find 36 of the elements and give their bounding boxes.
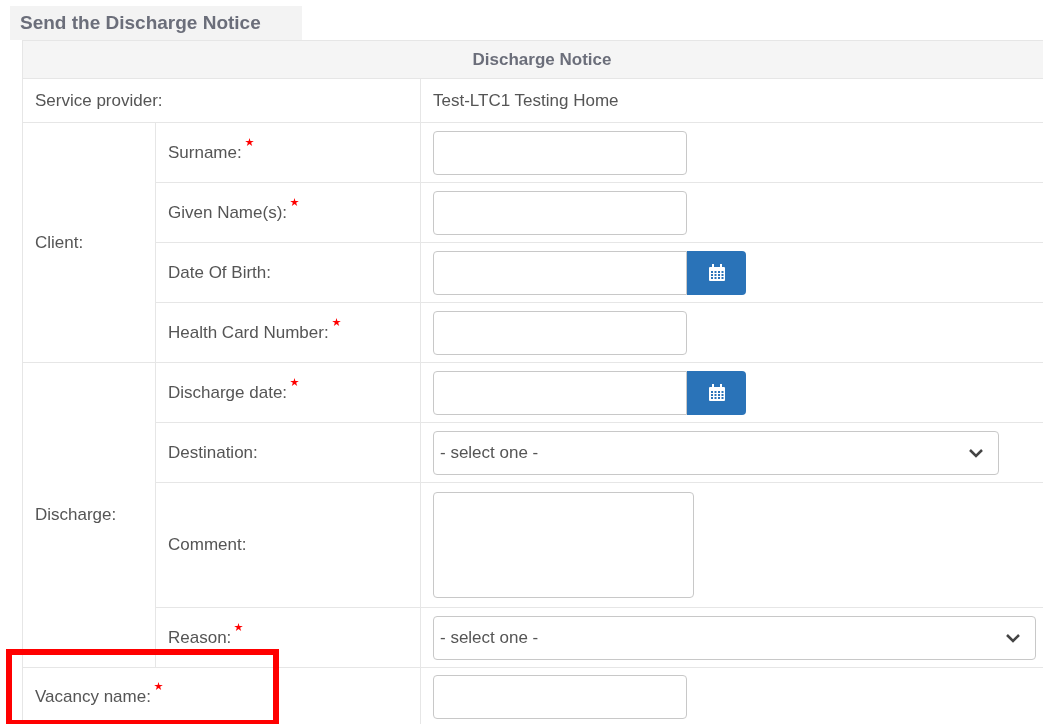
calendar-button[interactable] xyxy=(687,370,746,415)
chevron-down-icon xyxy=(1005,632,1021,643)
calendar-button[interactable] xyxy=(687,250,746,295)
text-input[interactable] xyxy=(433,130,687,175)
field-label: Given Name(s): xyxy=(168,202,300,222)
select-field[interactable]: - select one - xyxy=(433,430,999,475)
field-label: Destination: xyxy=(168,442,258,462)
text-input[interactable] xyxy=(433,310,687,355)
field-label: Vacancy name: xyxy=(35,686,163,706)
field-label: Comment: xyxy=(168,535,247,555)
required-icon xyxy=(290,377,300,387)
field-label: Date Of Birth: xyxy=(168,262,271,282)
required-icon xyxy=(290,197,300,207)
field-label: Surname: xyxy=(168,142,254,162)
group-label: Client: xyxy=(35,232,84,252)
required-icon xyxy=(331,317,341,327)
text-input[interactable] xyxy=(433,674,687,719)
field-label: Reason: xyxy=(168,627,244,647)
chevron-down-icon xyxy=(968,447,984,458)
text-input[interactable] xyxy=(433,190,687,235)
group-label: Discharge: xyxy=(35,505,117,525)
comment-textarea[interactable] xyxy=(433,492,694,598)
field-value: Test-LTC1 Testing Home xyxy=(433,90,619,110)
field-label: Health Card Number: xyxy=(168,322,341,342)
date-input[interactable] xyxy=(433,370,687,415)
panel-title: Send the Discharge Notice xyxy=(20,10,261,35)
field-label: Service provider: xyxy=(35,90,163,110)
date-input[interactable] xyxy=(433,250,687,295)
table-heading: Discharge Notice xyxy=(472,49,612,69)
required-icon xyxy=(153,681,163,691)
select-field[interactable]: - select one - xyxy=(433,615,1036,660)
required-icon xyxy=(234,622,244,632)
calendar-icon xyxy=(706,382,727,403)
calendar-icon xyxy=(706,262,727,283)
field-label: Discharge date: xyxy=(168,382,300,402)
required-icon xyxy=(244,137,254,147)
